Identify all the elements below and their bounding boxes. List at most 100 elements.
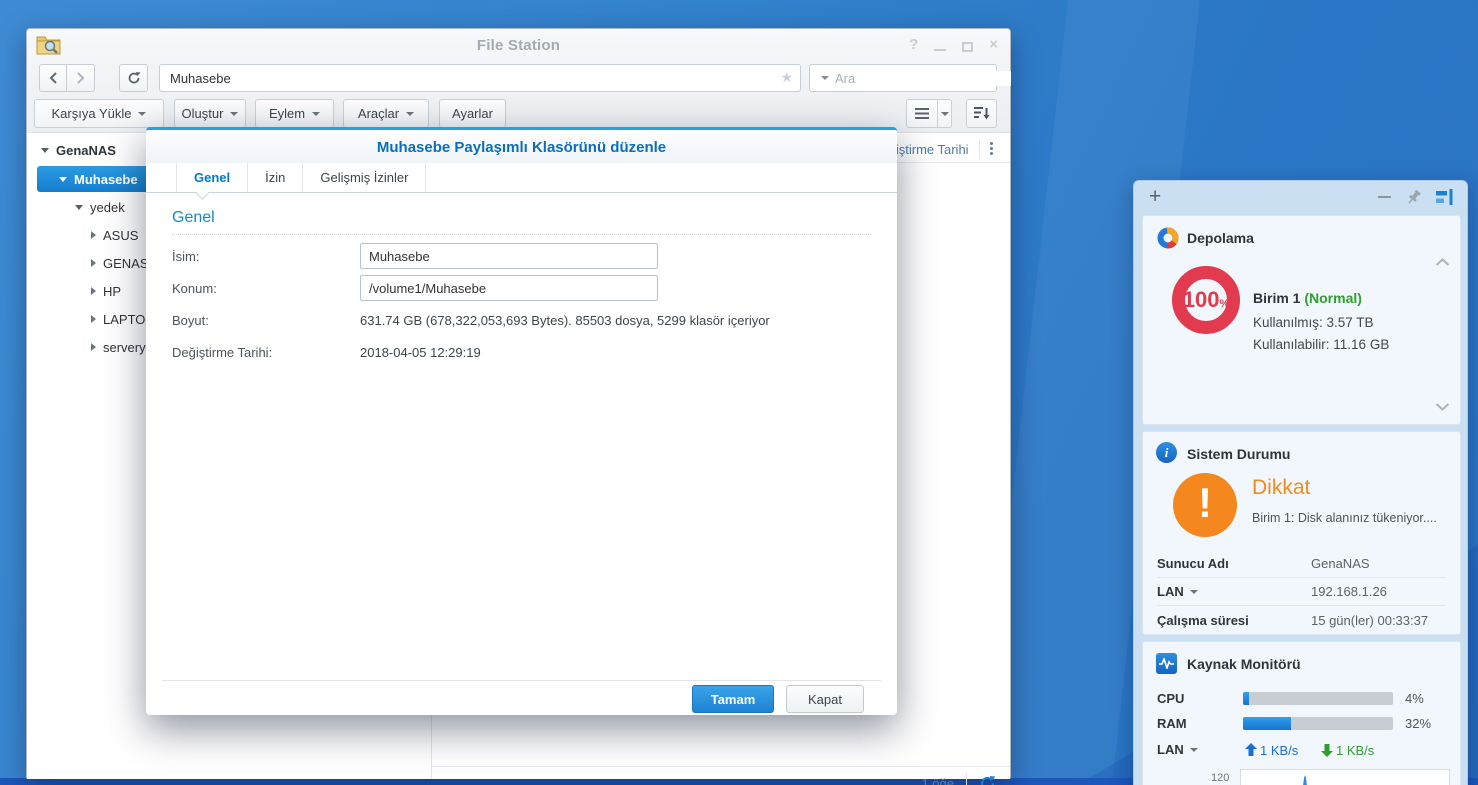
volume-name: Birim 1 (1253, 290, 1300, 306)
download-arrow-icon (1321, 743, 1333, 762)
caret-down-icon[interactable] (75, 205, 83, 210)
lan-download-speed: 1 KB/s (1336, 743, 1374, 758)
upload-button-label: Karşıya Yükle (52, 106, 132, 121)
alert-message: Birim 1: Disk alanınız tükeniyor.... (1252, 511, 1457, 525)
search-filter-caret-icon[interactable] (821, 76, 829, 80)
pin-icon[interactable] (1406, 189, 1423, 211)
tree-item-yedek[interactable]: yedek (75, 194, 125, 220)
lan-label[interactable]: LAN (1157, 584, 1184, 599)
tab-permission[interactable]: İzin (248, 163, 303, 192)
chevron-up-icon[interactable] (1435, 254, 1450, 272)
dialog-header[interactable]: Muhasebe Paylaşımlı Klasörünü düzenle (146, 130, 897, 163)
item-count: 1 öğe (921, 776, 954, 785)
refresh-list-icon[interactable] (979, 775, 996, 785)
system-widget-title: Sistem Durumu (1187, 446, 1290, 462)
location-label: Konum: (172, 281, 217, 296)
section-title: Genel (172, 209, 215, 227)
sort-button[interactable] (966, 99, 997, 128)
tree-item-label: ASUS (103, 228, 138, 243)
view-dropdown-button[interactable] (938, 99, 952, 128)
location-field[interactable] (360, 275, 658, 301)
tab-advanced-permissions[interactable]: Gelişmiş İzinler (303, 163, 426, 192)
tree-item-laptop[interactable]: LAPTOP (91, 306, 154, 332)
search-box[interactable] (809, 64, 997, 92)
ok-button[interactable]: Tamam (692, 685, 774, 713)
favorite-star-icon[interactable]: ★ (780, 69, 793, 86)
upload-arrow-icon (1245, 743, 1257, 762)
network-chart (1240, 769, 1450, 785)
tree-item-label: servery (103, 340, 146, 355)
volume-used: Kullanılmış: 3.57 TB (1253, 315, 1374, 330)
server-name-value: GenaNAS (1311, 556, 1370, 571)
caret-right-icon[interactable] (91, 259, 96, 267)
caret-down-icon[interactable] (59, 177, 67, 182)
settings-button-label: Ayarlar (452, 106, 493, 121)
resource-monitor-widget: Kaynak Monitörü CPU 4% RAM 32% LAN 1 KB/… (1142, 641, 1461, 785)
caret-down-icon[interactable] (41, 148, 49, 153)
caret-right-icon[interactable] (91, 231, 96, 239)
title-bar[interactable]: File Station ? × (27, 29, 1010, 61)
warning-icon: ! (1173, 473, 1237, 537)
tree-item-genas[interactable]: GENAS (91, 250, 149, 276)
help-icon[interactable]: ? (909, 37, 918, 53)
modified-value: 2018-04-05 12:29:19 (360, 345, 481, 360)
action-button[interactable]: Eylem (255, 99, 334, 128)
tree-item-servery[interactable]: servery (91, 334, 146, 360)
add-widget-icon[interactable]: + (1149, 185, 1161, 209)
lan-speed-label[interactable]: LAN (1157, 742, 1198, 757)
widget-panel: + (1133, 180, 1468, 785)
minimize-icon[interactable] (934, 49, 946, 51)
settings-button[interactable]: Ayarlar (439, 99, 506, 128)
chevron-down-icon[interactable] (1190, 748, 1198, 752)
address-input[interactable] (159, 64, 801, 92)
chevron-down-icon (138, 112, 146, 116)
tools-button-label: Araçlar (358, 106, 399, 121)
create-button[interactable]: Oluştur (174, 99, 246, 128)
name-field[interactable] (360, 243, 658, 269)
lan-row: LAN 192.168.1.26 (1157, 578, 1446, 606)
uptime-row: Çalışma süresi 15 gün(ler) 00:33:37 (1157, 606, 1446, 634)
ram-bar (1243, 717, 1393, 730)
caret-right-icon[interactable] (91, 343, 96, 351)
caret-right-icon[interactable] (91, 287, 96, 295)
footer-divider (162, 680, 881, 681)
lan-upload-speed: 1 KB/s (1260, 743, 1298, 758)
sort-icon (974, 107, 990, 120)
column-menu-icon[interactable] (990, 142, 993, 155)
tree-item-hp[interactable]: HP (91, 278, 121, 304)
upload-button[interactable]: Karşıya Yükle (34, 99, 164, 128)
create-button-label: Oluştur (182, 106, 224, 121)
maximize-icon[interactable] (962, 42, 973, 52)
back-button[interactable] (39, 64, 67, 92)
search-input[interactable] (835, 71, 1011, 86)
tree-item-muhasebe-selected[interactable]: Muhasebe (37, 166, 159, 192)
dock-panel-icon[interactable] (1436, 189, 1454, 210)
tools-button[interactable]: Araçlar (343, 99, 429, 128)
storage-donut-icon (1157, 227, 1179, 254)
chevron-down-icon[interactable] (1435, 398, 1450, 416)
uptime-value: 15 gün(ler) 00:33:37 (1311, 613, 1428, 628)
minimize-panel-icon[interactable] (1378, 196, 1391, 198)
uptime-label: Çalışma süresi (1157, 613, 1311, 628)
caret-right-icon[interactable] (91, 315, 96, 323)
dialog-title: Muhasebe Paylaşımlı Klasörünü düzenle (146, 130, 897, 156)
cpu-label: CPU (1157, 691, 1184, 706)
forward-button[interactable] (67, 64, 95, 92)
alert-title: Dikkat (1252, 476, 1310, 500)
tree-item-label: Muhasebe (74, 172, 138, 187)
list-view-icon (915, 108, 929, 119)
close-icon[interactable]: × (989, 37, 998, 53)
dialog-tabs: Genel İzin Gelişmiş İzinler (146, 163, 897, 193)
storage-widget: Depolama 100% Birim 1 (Normal) Kullanılm… (1142, 215, 1461, 425)
close-button[interactable]: Kapat (786, 685, 864, 713)
tree-item-asus[interactable]: ASUS (91, 222, 138, 248)
refresh-button[interactable] (119, 64, 148, 92)
chevron-down-icon (941, 112, 949, 116)
address-row: ★ (27, 61, 1010, 95)
tree-item-label: yedek (90, 200, 125, 215)
storage-widget-title: Depolama (1187, 230, 1254, 246)
tab-general[interactable]: Genel (176, 163, 248, 192)
list-view-button[interactable] (906, 99, 938, 128)
tree-item-genanas[interactable]: GenaNAS (41, 137, 116, 163)
chevron-down-icon[interactable] (1190, 590, 1198, 594)
